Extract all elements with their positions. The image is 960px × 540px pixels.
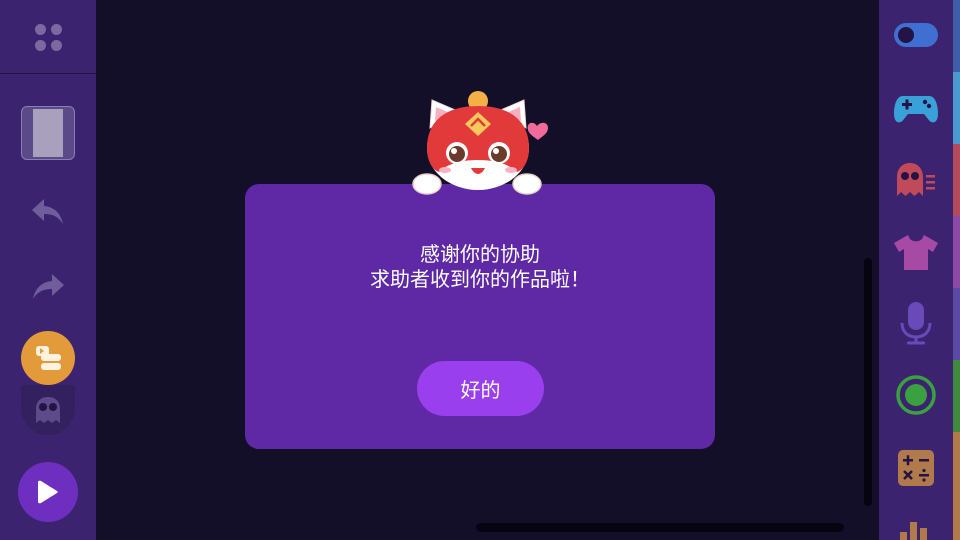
category-control[interactable]: [879, 86, 953, 132]
apps-icon: [35, 24, 46, 35]
category-operators[interactable]: [879, 446, 953, 490]
dialog-message-line1: 感谢你的协助: [420, 242, 540, 266]
success-dialog: 感谢你的协助 求助者收到你的作品啦！ 好的: [245, 184, 715, 449]
horizontal-scrollbar[interactable]: [476, 523, 844, 532]
redo-icon: [33, 274, 64, 299]
microphone-icon: [900, 302, 932, 345]
dialog-message: 感谢你的协助 求助者收到你的作品啦！: [245, 242, 715, 292]
apps-icon-dot: [51, 40, 62, 51]
play-icon: [38, 480, 58, 504]
left-toolbar: [0, 0, 96, 540]
category-sprite[interactable]: [879, 158, 953, 202]
category-color-strip: [953, 360, 960, 432]
apps-menu[interactable]: [0, 0, 96, 74]
ghost-icon: [897, 163, 935, 196]
category-color-strip: [953, 432, 960, 540]
toggle-icon: [894, 23, 938, 47]
category-color-strip: [953, 72, 960, 144]
shirt-icon: [894, 235, 938, 270]
category-color-strip: [953, 288, 960, 360]
category-variables[interactable]: [879, 516, 953, 540]
vertical-scrollbar[interactable]: [864, 258, 872, 506]
undo-icon: [32, 199, 63, 224]
sprite-button[interactable]: [21, 385, 75, 435]
category-color-strip: [953, 0, 960, 72]
blocks-button[interactable]: [21, 331, 75, 385]
category-looks[interactable]: [879, 230, 953, 274]
category-color-strip: [953, 216, 960, 288]
category-color-strip: [953, 144, 960, 216]
stage-preview: [33, 109, 63, 157]
category-sound[interactable]: [879, 300, 953, 346]
gamepad-icon: [894, 96, 938, 123]
apps-icon-dot: [35, 40, 46, 51]
blocks-icon: [36, 346, 61, 370]
cat-mascot-image: [412, 91, 548, 195]
stage-thumbnail[interactable]: [21, 106, 75, 160]
sprite-ghost-icon: [36, 397, 60, 423]
dialog-message-line2: 求助者收到你的作品啦！: [370, 267, 590, 291]
apps-icon-dot: [51, 24, 62, 35]
category-events[interactable]: [879, 14, 953, 56]
undo-button[interactable]: [26, 192, 70, 232]
ok-button[interactable]: 好的: [417, 361, 544, 416]
play-button[interactable]: [18, 462, 78, 522]
redo-button[interactable]: [26, 267, 70, 307]
math-icon: [898, 450, 934, 486]
record-icon: [896, 375, 936, 415]
chart-icon: [900, 522, 927, 540]
category-sensing[interactable]: [879, 372, 953, 418]
